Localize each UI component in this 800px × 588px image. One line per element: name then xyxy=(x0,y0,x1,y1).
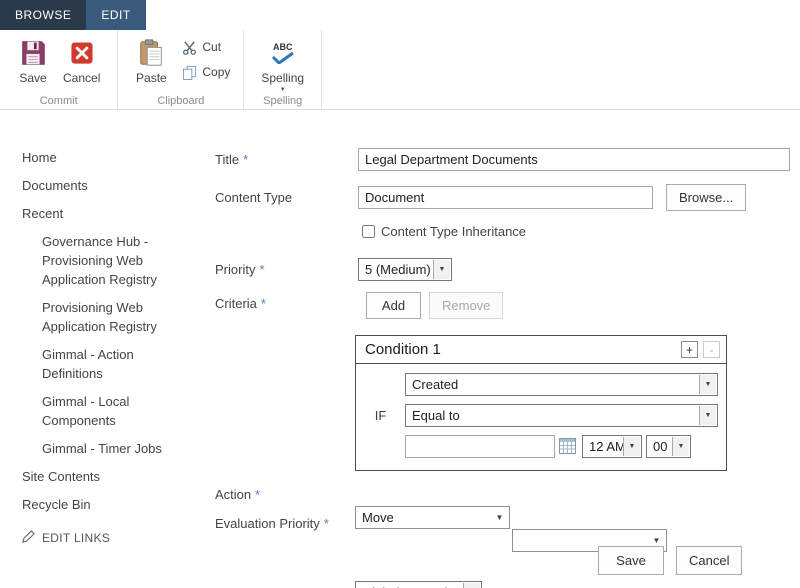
sidebar-item-home[interactable]: Home xyxy=(22,148,198,167)
dropdown-arrow-icon: ▼ xyxy=(699,375,716,394)
cut-icon xyxy=(181,39,197,55)
sidebar-item-gimmal-timer-jobs[interactable]: Gimmal - Timer Jobs xyxy=(42,439,180,458)
clipboard-group-label: Clipboard xyxy=(118,95,243,107)
add-condition-button[interactable]: + xyxy=(681,341,698,358)
condition-hour-value: 12 AM xyxy=(589,439,626,454)
dropdown-arrow-icon: ▼ xyxy=(463,583,480,588)
paste-button[interactable]: Paste xyxy=(128,34,174,88)
cancel-ribbon-button[interactable]: Cancel xyxy=(56,34,107,88)
save-button[interactable]: Save xyxy=(598,546,664,575)
copy-label: Copy xyxy=(202,65,230,79)
evaluation-priority-label: Evaluation Priority* xyxy=(215,516,329,531)
condition-hour-select[interactable]: 12 AM ▼ xyxy=(582,435,642,458)
required-marker: * xyxy=(261,296,266,311)
dropdown-arrow-icon: ▼ xyxy=(672,437,689,456)
remove-criteria-button[interactable]: Remove xyxy=(429,292,503,319)
edit-links-label: EDIT LINKS xyxy=(42,531,110,545)
condition-field-value: Created xyxy=(412,377,458,392)
dropdown-arrow-icon: ▼ xyxy=(491,508,508,527)
ribbon: Save Cancel Commit xyxy=(0,30,800,110)
condition-field-select[interactable]: Created ▼ xyxy=(405,373,718,396)
content-type-inheritance-checkbox-input[interactable] xyxy=(362,225,375,238)
ribbon-group-commit: Save Cancel Commit xyxy=(0,30,118,109)
page: BROWSE EDIT Save xyxy=(0,0,800,588)
condition-operator-select[interactable]: Equal to ▼ xyxy=(405,404,718,427)
condition-title: Condition 1 xyxy=(365,341,441,358)
sidebar-item-documents[interactable]: Documents xyxy=(22,176,198,195)
condition-body: IF Created ▼ Equal to ▼ xyxy=(356,364,726,470)
paste-label: Paste xyxy=(136,71,167,85)
calendar-icon[interactable] xyxy=(559,438,578,455)
dropdown-arrow-icon: ▼ xyxy=(699,406,716,425)
save-ribbon-button[interactable]: Save xyxy=(10,34,56,88)
copy-button[interactable]: Copy xyxy=(178,63,233,81)
sidebar-item-governance-hub-provisioning[interactable]: Governance Hub - Provisioning Web Applic… xyxy=(42,232,180,289)
spelling-label: Spelling xyxy=(261,71,304,85)
cancel-icon xyxy=(66,37,98,69)
priority-label: Priority* xyxy=(215,262,265,277)
action-select-value: Move xyxy=(362,510,394,525)
condition-minute-value: 00 xyxy=(653,439,667,454)
save-icon xyxy=(17,37,49,69)
sidebar-item-gimmal-local-components[interactable]: Gimmal - Local Components xyxy=(42,392,180,430)
remove-condition-button[interactable]: - xyxy=(703,341,720,358)
add-criteria-button[interactable]: Add xyxy=(366,292,421,319)
condition-header: Condition 1 + - xyxy=(356,336,726,364)
content-type-inheritance-label: Content Type Inheritance xyxy=(381,224,526,239)
condition-date-input[interactable] xyxy=(405,435,555,458)
required-marker: * xyxy=(259,262,264,277)
criteria-label: Criteria* xyxy=(215,296,266,311)
content-type-label: Content Type xyxy=(215,190,292,205)
condition-panel: Condition 1 + - IF Created ▼ Equal to ▼ xyxy=(355,335,727,471)
cancel-button[interactable]: Cancel xyxy=(676,546,742,575)
ribbon-tab-row: BROWSE EDIT xyxy=(0,0,800,30)
action-label: Action* xyxy=(215,487,260,502)
dropdown-arrow-icon: ▼ xyxy=(433,260,450,279)
action-select[interactable]: Move ▼ xyxy=(355,506,510,529)
sidebar-item-gimmal-action-definitions[interactable]: Gimmal - Action Definitions xyxy=(42,345,180,383)
priority-select-value: 5 (Medium) xyxy=(365,262,431,277)
sidebar: Home Documents Recent Governance Hub - P… xyxy=(22,148,198,546)
required-marker: * xyxy=(243,152,248,167)
sidebar-item-site-contents[interactable]: Site Contents xyxy=(22,467,198,486)
cancel-ribbon-label: Cancel xyxy=(63,71,100,85)
spelling-icon: ABC xyxy=(267,37,299,69)
cut-label: Cut xyxy=(202,40,221,54)
ribbon-group-spelling: ABC Spelling ▼ Spelling xyxy=(244,30,322,109)
dropdown-arrow-icon: ▼ xyxy=(623,437,640,456)
condition-minute-select[interactable]: 00 ▼ xyxy=(646,435,691,458)
sidebar-item-recent[interactable]: Recent xyxy=(22,204,198,223)
if-label: IF xyxy=(356,373,405,458)
cut-button[interactable]: Cut xyxy=(178,38,233,56)
priority-select[interactable]: 5 (Medium) ▼ xyxy=(358,258,452,281)
title-label: Title* xyxy=(215,152,248,167)
spelling-button[interactable]: ABC Spelling ▼ xyxy=(254,34,311,96)
rule-form: Title* Content Type Browse... Content Ty… xyxy=(215,145,800,565)
tab-browse[interactable]: BROWSE xyxy=(0,0,86,30)
copy-icon xyxy=(181,64,197,80)
tab-edit[interactable]: EDIT xyxy=(86,0,145,30)
spelling-group-label: Spelling xyxy=(244,95,321,107)
sidebar-item-recycle-bin[interactable]: Recycle Bin xyxy=(22,495,198,514)
content-type-input[interactable] xyxy=(358,186,653,209)
paste-icon xyxy=(135,37,167,69)
edit-links[interactable]: EDIT LINKS xyxy=(22,530,198,546)
title-input[interactable] xyxy=(358,148,790,171)
save-ribbon-label: Save xyxy=(19,71,46,85)
spelling-icon-text: ABC xyxy=(273,42,293,52)
ribbon-group-clipboard: Paste Cut xyxy=(118,30,244,109)
content-type-inheritance-checkbox[interactable]: Content Type Inheritance xyxy=(362,224,526,239)
required-marker: * xyxy=(324,516,329,531)
sidebar-item-provisioning-web-app-registry[interactable]: Provisioning Web Application Registry xyxy=(42,298,180,336)
pencil-icon xyxy=(22,530,35,546)
evaluation-priority-select[interactable]: Global Secondary ▼ xyxy=(355,581,482,588)
chevron-down-icon: ▼ xyxy=(280,87,286,93)
required-marker: * xyxy=(255,487,260,502)
commit-group-label: Commit xyxy=(0,95,117,107)
browse-button[interactable]: Browse... xyxy=(666,184,746,211)
condition-operator-value: Equal to xyxy=(412,408,460,423)
